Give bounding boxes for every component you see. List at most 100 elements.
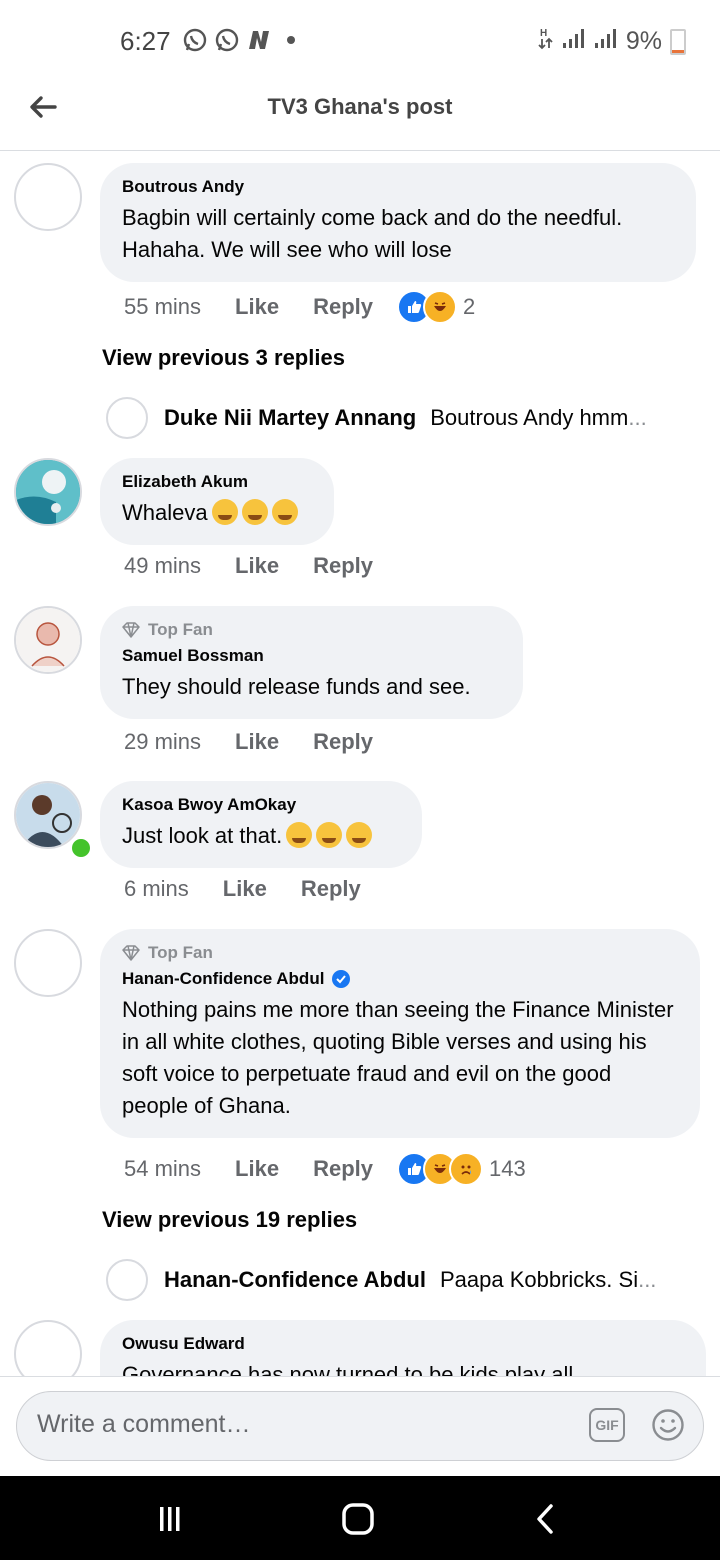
comment-meta: 55 mins Like Reply 2 <box>124 290 475 324</box>
comment-text-content: Just look at that. <box>122 823 283 848</box>
avatar[interactable] <box>14 929 82 997</box>
emoji-icon <box>346 822 373 848</box>
comment-meta: 6 mins Like Reply <box>124 876 361 902</box>
whatsapp-icon <box>182 27 208 53</box>
comment-composer-bar: Write a comment… GIF <box>0 1376 720 1477</box>
like-button[interactable]: Like <box>223 876 267 902</box>
system-navigation-bar <box>0 1476 720 1560</box>
reply-button[interactable]: Reply <box>301 876 361 902</box>
reactions[interactable]: 143 <box>397 1152 526 1186</box>
system-status: H 9% <box>538 26 686 57</box>
comment-time[interactable]: 6 mins <box>124 876 189 902</box>
comment-text: Nothing pains me more than seeing the Fi… <box>122 997 674 1118</box>
reply-ellipsis: ... <box>638 1267 657 1292</box>
comment-text-content: Whaleva <box>122 500 208 525</box>
data-arrows-icon: H <box>538 26 554 57</box>
avatar[interactable] <box>14 458 82 526</box>
comment-meta: 49 mins Like Reply <box>124 553 373 579</box>
chevron-left-icon <box>537 1504 553 1534</box>
svg-text:H: H <box>540 28 547 39</box>
emoji-icon <box>271 499 298 525</box>
battery-percent: 9% <box>625 27 662 55</box>
emoji-icon <box>241 499 268 525</box>
page-title: TV3 Ghana's post <box>267 94 453 119</box>
diamond-icon <box>122 622 140 638</box>
recent-apps-icon <box>160 1507 180 1531</box>
n-icon <box>246 27 272 53</box>
comment-time[interactable]: 54 mins <box>124 1156 201 1182</box>
online-status-indicator <box>69 836 93 860</box>
comment-meta: 54 mins Like Reply 143 <box>124 1152 526 1186</box>
emoji-icon <box>211 499 238 525</box>
avatar[interactable] <box>106 1259 148 1301</box>
whatsapp-icon <box>214 27 240 53</box>
like-button[interactable]: Like <box>235 553 279 579</box>
emoji-icon <box>286 822 313 848</box>
emoji-icon <box>316 822 343 848</box>
reaction-count: 143 <box>489 1156 526 1181</box>
comment-text: Bagbin will certainly come back and do t… <box>122 205 623 262</box>
comment-meta: 29 mins Like Reply <box>124 729 373 755</box>
notification-icons <box>182 27 304 53</box>
comment-input[interactable]: Write a comment… GIF <box>16 1391 704 1461</box>
home-button[interactable] <box>338 1502 378 1536</box>
comment-time[interactable]: 49 mins <box>124 553 201 579</box>
view-previous-replies[interactable]: View previous 3 replies <box>102 345 345 371</box>
comment-author[interactable]: Elizabeth Akum <box>122 472 312 492</box>
reply-button[interactable]: Reply <box>313 294 373 320</box>
comment-author[interactable]: Kasoa Bwoy AmOkay <box>122 795 400 815</box>
reply-ellipsis: ... <box>628 405 647 430</box>
like-button[interactable]: Like <box>235 294 279 320</box>
view-previous-replies[interactable]: View previous 19 replies <box>102 1207 357 1233</box>
comment-author[interactable]: Hanan-Confidence Abdul <box>122 969 324 989</box>
comment-time[interactable]: 55 mins <box>124 294 201 320</box>
comment-bubble[interactable]: Top Fan Hanan-Confidence Abdul Nothing p… <box>100 929 700 1138</box>
comment-bubble[interactable]: Boutrous Andy Bagbin will certainly come… <box>100 163 696 282</box>
post-header: TV3 Ghana's post <box>0 80 720 151</box>
diamond-icon <box>122 945 140 961</box>
status-bar: 6:27 H 9% <box>0 0 720 80</box>
comment-text: Just look at that. <box>122 820 400 852</box>
battery-icon <box>670 28 686 55</box>
reply-button[interactable]: Reply <box>313 1156 373 1182</box>
gif-button[interactable]: GIF <box>589 1408 625 1442</box>
signal-icon <box>594 27 618 56</box>
reply-button[interactable]: Reply <box>313 553 373 579</box>
comment-author-row: Hanan-Confidence Abdul <box>122 969 678 989</box>
reply-snippet: Paapa Kobbricks. Si <box>439 1267 639 1292</box>
like-button[interactable]: Like <box>235 729 279 755</box>
home-icon <box>342 1503 374 1535</box>
comment-time[interactable]: 29 mins <box>124 729 201 755</box>
comment-text: Whaleva <box>122 497 312 529</box>
reactions[interactable]: 2 <box>397 290 475 324</box>
avatar[interactable] <box>14 606 82 674</box>
reaction-count: 2 <box>463 294 476 319</box>
comment-bubble[interactable]: Elizabeth Akum Whaleva <box>100 458 334 545</box>
reply-author[interactable]: Hanan-Confidence Abdul <box>164 1267 426 1293</box>
avatar[interactable] <box>14 163 82 231</box>
comment-author[interactable]: Owusu Edward <box>122 1334 684 1354</box>
verified-badge-icon <box>332 970 351 988</box>
recent-apps-button[interactable] <box>150 1502 190 1536</box>
badge-label: Top Fan <box>148 943 213 962</box>
like-button[interactable]: Like <box>235 1156 279 1182</box>
reply-preview[interactable]: Hanan-Confidence Abdul Paapa Kobbricks. … <box>106 1259 656 1301</box>
reply-button[interactable]: Reply <box>313 729 373 755</box>
comment-text: They should release funds and see. <box>122 674 471 699</box>
smiley-icon <box>652 1409 684 1441</box>
reply-author[interactable]: Duke Nii Martey Annang <box>164 405 416 431</box>
back-nav-button[interactable] <box>525 1502 565 1536</box>
comment-bubble[interactable]: Kasoa Bwoy AmOkay Just look at that. <box>100 781 422 868</box>
status-time: 6:27 <box>120 26 171 56</box>
avatar[interactable] <box>106 397 148 439</box>
comment-author[interactable]: Samuel Bossman <box>122 646 501 666</box>
comment-author[interactable]: Boutrous Andy <box>122 177 674 197</box>
badge-label: Top Fan <box>148 620 213 639</box>
top-fan-badge: Top Fan <box>122 943 678 963</box>
reply-preview[interactable]: Duke Nii Martey Annang Boutrous Andy hmm… <box>106 397 647 439</box>
emoji-button[interactable] <box>651 1408 685 1442</box>
reply-snippet: Boutrous Andy hmm <box>430 405 629 430</box>
comment-input-placeholder: Write a comment… <box>37 1410 251 1438</box>
signal-icon <box>562 27 586 56</box>
comment-bubble[interactable]: Top Fan Samuel Bossman They should relea… <box>100 606 523 719</box>
